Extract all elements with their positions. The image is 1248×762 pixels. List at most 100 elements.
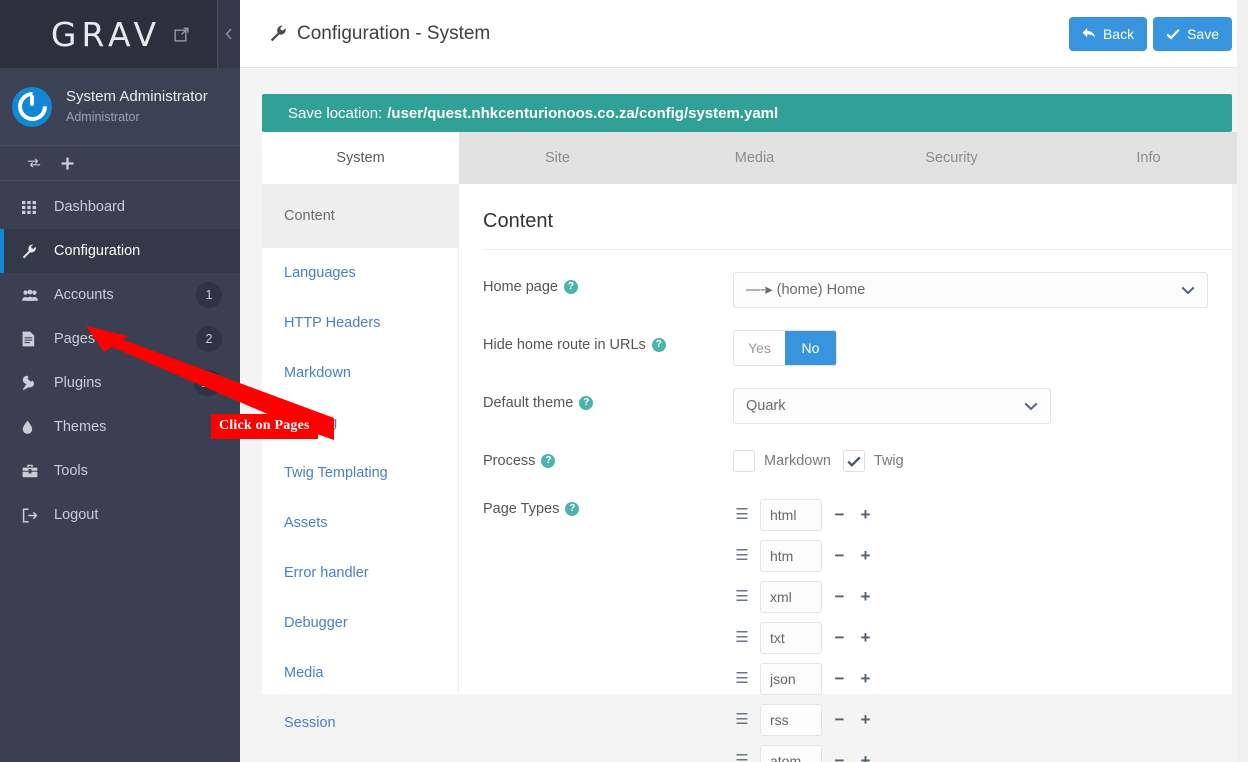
field-default-theme: Default theme ? Quark xyxy=(483,366,1247,424)
remove-row-button[interactable]: − xyxy=(831,711,848,728)
remove-row-button[interactable]: − xyxy=(831,752,848,762)
sidebar-item-label: Plugins xyxy=(54,375,102,391)
question-mark-icon[interactable]: ? xyxy=(565,502,580,516)
field-label-process: Process ? xyxy=(483,446,733,469)
checkbox-label: Markdown xyxy=(764,453,831,469)
remove-row-button[interactable]: − xyxy=(831,588,848,605)
page-type-input[interactable] xyxy=(760,539,822,572)
checkbox-markdown[interactable]: Markdown xyxy=(733,450,831,472)
drag-handle-icon[interactable]: ☰ xyxy=(733,548,751,563)
drag-handle-icon[interactable]: ☰ xyxy=(733,507,751,522)
field-hide-home-route: Hide home route in URLs ? Yes No xyxy=(483,308,1247,366)
tab-info[interactable]: Info xyxy=(1050,132,1247,184)
add-row-button[interactable]: + xyxy=(857,506,874,523)
user-meta: System Administrator Administrator xyxy=(66,88,208,125)
drag-handle-icon[interactable]: ☰ xyxy=(733,589,751,604)
drag-handle-icon[interactable]: ☰ xyxy=(733,630,751,645)
question-mark-icon[interactable]: ? xyxy=(563,280,578,294)
add-row-button[interactable]: + xyxy=(857,588,874,605)
add-icon[interactable] xyxy=(60,156,75,171)
back-button-label: Back xyxy=(1102,25,1135,42)
grav-admin-app: GRAV System Administrator Administrator xyxy=(0,0,1248,762)
sidebar-badge-pages: 2 xyxy=(196,326,222,352)
page-type-input[interactable] xyxy=(760,662,822,695)
add-row-button[interactable]: + xyxy=(857,752,874,762)
save-location-bar: Save location: /user/quest.nhkcenturiono… xyxy=(262,94,1232,132)
home-page-select[interactable]: —-▸ (home) Home xyxy=(733,272,1208,308)
default-theme-select[interactable]: Quark xyxy=(733,388,1051,424)
question-mark-icon[interactable]: ? xyxy=(651,338,666,352)
page-type-row: ☰ − + xyxy=(733,658,1247,699)
chevron-down-icon xyxy=(1181,283,1195,298)
remove-row-button[interactable]: − xyxy=(831,629,848,646)
drag-handle-icon[interactable]: ☰ xyxy=(733,712,751,727)
sidebar-item-accounts[interactable]: Accounts 1 xyxy=(0,273,240,317)
plug-icon xyxy=(22,375,48,391)
sidebar-item-logout[interactable]: Logout xyxy=(0,493,240,537)
tab-media[interactable]: Media xyxy=(656,132,853,184)
toggle-option-yes[interactable]: Yes xyxy=(734,331,785,365)
field-page-types: Page Types ? ☰ − + xyxy=(483,472,1247,762)
checkbox-twig[interactable]: Twig xyxy=(842,450,904,472)
page-type-input[interactable] xyxy=(760,744,822,762)
remove-row-button[interactable]: − xyxy=(831,506,848,523)
subnav-item-session[interactable]: Session xyxy=(262,698,458,748)
page-type-input[interactable] xyxy=(760,621,822,654)
page-type-input[interactable] xyxy=(760,703,822,736)
grav-logo: GRAV xyxy=(50,14,162,54)
drag-handle-icon[interactable]: ☰ xyxy=(733,671,751,686)
field-label-hide-home-route: Hide home route in URLs ? xyxy=(483,330,733,353)
sidebar-item-themes[interactable]: Themes xyxy=(0,405,240,449)
sidebar-item-pages[interactable]: Pages 2 xyxy=(0,317,240,361)
sidebar-badge-accounts: 1 xyxy=(196,282,222,308)
subnav-item-languages[interactable]: Languages xyxy=(262,248,458,298)
subnav-item-error-handler[interactable]: Error handler xyxy=(262,548,458,598)
subnav-item-caching[interactable]: Caching xyxy=(262,398,458,448)
subnav-item-assets[interactable]: Assets xyxy=(262,498,458,548)
add-row-button[interactable]: + xyxy=(857,670,874,687)
sidebar-collapse-toggle[interactable] xyxy=(218,0,240,68)
question-mark-icon[interactable]: ? xyxy=(541,454,556,468)
user-name: System Administrator xyxy=(66,87,208,105)
subnav-item-twig-templating[interactable]: Twig Templating xyxy=(262,448,458,498)
default-theme-select-value: Quark xyxy=(746,398,786,414)
back-button[interactable]: Back xyxy=(1068,16,1148,51)
field-label-text: Hide home route in URLs xyxy=(483,337,646,353)
sync-icon[interactable] xyxy=(26,156,42,170)
user-block[interactable]: System Administrator Administrator xyxy=(0,68,240,146)
subnav-item-http-headers[interactable]: HTTP Headers xyxy=(262,298,458,348)
toggle-option-no[interactable]: No xyxy=(785,331,836,365)
add-row-button[interactable]: + xyxy=(857,547,874,564)
page-type-row: ☰ − + xyxy=(733,617,1247,658)
field-label-text: Process xyxy=(483,453,536,469)
checkbox-box-checked[interactable] xyxy=(842,450,865,472)
save-button[interactable]: Save xyxy=(1153,16,1232,51)
users-icon xyxy=(22,289,48,302)
sidebar-item-tools[interactable]: Tools xyxy=(0,449,240,493)
subnav-item-markdown[interactable]: Markdown xyxy=(262,348,458,398)
home-page-select-value: —-▸ (home) Home xyxy=(746,282,866,298)
page-scrollbar[interactable] xyxy=(1237,0,1248,762)
subnav-item-debugger[interactable]: Debugger xyxy=(262,598,458,648)
file-icon xyxy=(22,331,48,347)
sidebar-item-plugins[interactable]: Plugins 18 xyxy=(0,361,240,405)
add-row-button[interactable]: + xyxy=(857,711,874,728)
add-row-button[interactable]: + xyxy=(857,629,874,646)
remove-row-button[interactable]: − xyxy=(831,547,848,564)
sidebar-item-configuration[interactable]: Configuration xyxy=(0,229,240,273)
subnav-item-media[interactable]: Media xyxy=(262,648,458,698)
question-mark-icon[interactable]: ? xyxy=(579,396,594,410)
panel-body: Content Languages HTTP Headers Markdown … xyxy=(262,184,1247,762)
remove-row-button[interactable]: − xyxy=(831,670,848,687)
tab-site[interactable]: Site xyxy=(459,132,656,184)
page-type-input[interactable] xyxy=(760,580,822,613)
tab-security[interactable]: Security xyxy=(853,132,1050,184)
main-navigation: Dashboard Configuration Accounts 1 Pages… xyxy=(0,181,240,537)
tab-system[interactable]: System xyxy=(262,132,459,184)
sidebar-item-dashboard[interactable]: Dashboard xyxy=(0,185,240,229)
droplet-icon xyxy=(22,420,48,435)
external-link-icon[interactable] xyxy=(174,27,189,42)
drag-handle-icon[interactable]: ☰ xyxy=(733,753,751,762)
page-type-input[interactable] xyxy=(760,498,822,531)
checkbox-box[interactable] xyxy=(733,450,755,472)
